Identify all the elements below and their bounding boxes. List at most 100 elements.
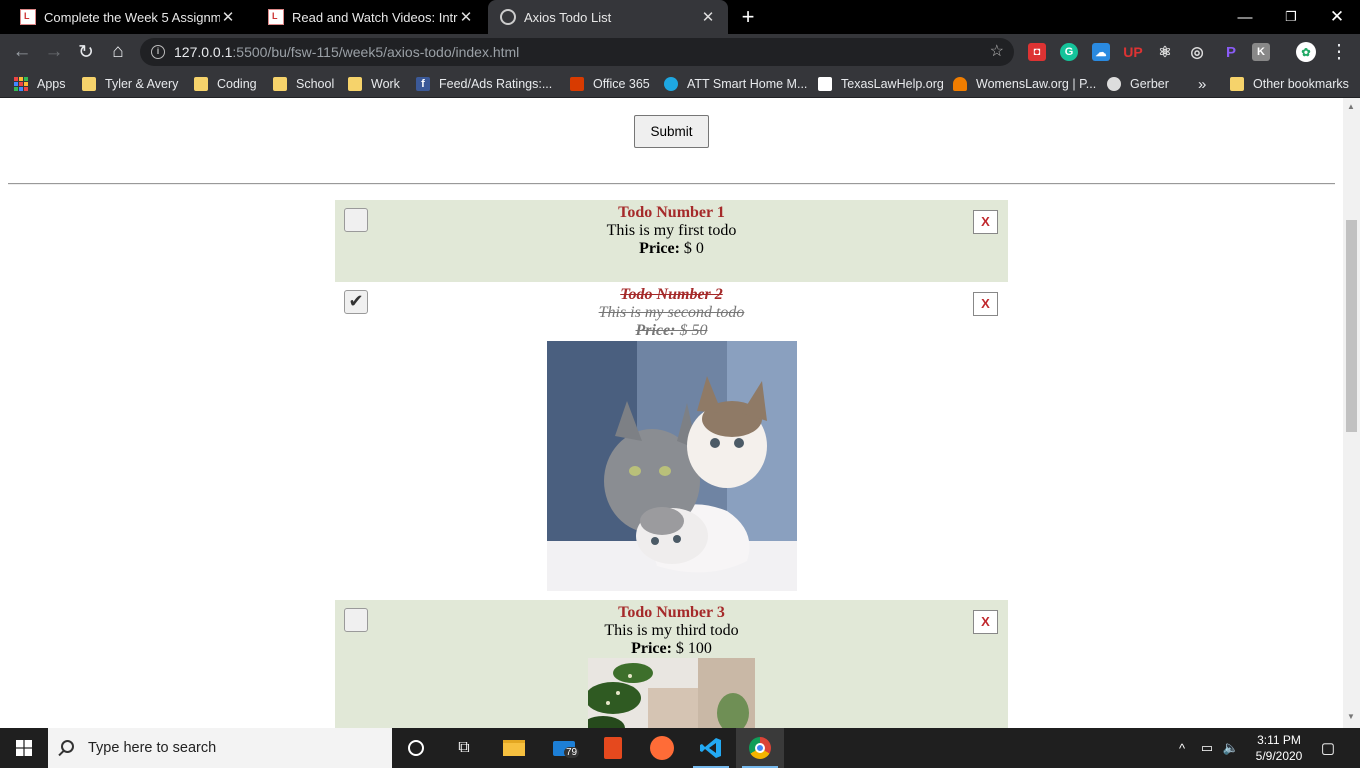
back-icon[interactable]: ← — [7, 34, 37, 70]
target-extension-icon[interactable]: ◎ — [1188, 43, 1206, 61]
delete-button[interactable]: X — [973, 210, 998, 234]
bookmark-label: School — [296, 77, 335, 91]
lms-icon — [268, 9, 284, 25]
tab-read-watch-videos[interactable]: Read and Watch Videos: Introduc ✕ — [248, 0, 486, 34]
vscode-icon[interactable] — [687, 728, 735, 768]
scrollbar-thumb[interactable] — [1346, 220, 1357, 432]
reload-icon[interactable]: ↻ — [71, 34, 101, 70]
bookmark-apps[interactable]: Apps — [14, 70, 66, 98]
up-extension-icon[interactable]: UP — [1123, 43, 1142, 61]
gerber-icon — [1107, 77, 1121, 91]
windows-start-button[interactable] — [0, 728, 48, 768]
menu-kebab-icon[interactable]: ⋮ — [1324, 34, 1354, 70]
delete-button[interactable]: X — [973, 610, 998, 634]
todo-description: This is my third todo — [604, 622, 739, 639]
price-label: Price: — [635, 322, 676, 339]
tampermonkey-icon[interactable]: K — [1252, 43, 1270, 61]
task-view-icon[interactable]: ⧉ — [440, 728, 488, 768]
todo-price: Price: $ 50 — [335, 322, 1008, 340]
bookmark-gerber[interactable]: Gerber — [1107, 70, 1169, 98]
office-app-icon[interactable] — [589, 728, 637, 768]
profile-avatar[interactable]: ✿ — [1296, 42, 1316, 62]
cortana-icon[interactable] — [392, 728, 440, 768]
bookmark-coding[interactable]: Coding — [194, 70, 257, 98]
clock-time: 3:11 PM — [1257, 733, 1301, 747]
cloud-extension-icon[interactable]: ☁ — [1092, 43, 1110, 61]
office-icon — [570, 77, 584, 91]
windows-taskbar: Type here to search ⧉ 79 ^ ▭ 🔈 3:11 PM 5… — [0, 728, 1360, 768]
bookmark-other[interactable]: Other bookmarks — [1230, 70, 1349, 98]
folder-icon — [273, 77, 287, 91]
lms-icon — [20, 9, 36, 25]
minimize-icon[interactable]: — — [1222, 0, 1268, 34]
react-devtools-icon[interactable]: ⚛ — [1156, 43, 1174, 61]
submit-button[interactable]: Submit — [634, 115, 709, 148]
bookmark-label: Other bookmarks — [1253, 77, 1349, 91]
todo-title: Todo Number 3 — [618, 604, 725, 621]
folder-icon — [1230, 77, 1244, 91]
bookmark-texaslawhelp[interactable]: TexasLawHelp.org — [818, 70, 944, 98]
close-icon[interactable]: ✕ — [220, 8, 236, 26]
price-label: Price: — [639, 240, 680, 257]
bookmark-feed-ads[interactable]: f Feed/Ads Ratings:... — [416, 70, 552, 98]
bookmark-work[interactable]: Work — [348, 70, 400, 98]
bookmark-womenslaw[interactable]: WomensLaw.org | P... — [953, 70, 1096, 98]
url-path: :5500/bu/fsw-115/week5/axios-todo/index.… — [232, 44, 520, 60]
mail-icon[interactable]: 79 — [540, 728, 588, 768]
bookmark-tyler-avery[interactable]: Tyler & Avery — [82, 70, 178, 98]
bookmark-star-icon[interactable]: ☆ — [990, 38, 1004, 66]
apps-grid-icon — [14, 77, 28, 91]
file-explorer-icon[interactable] — [490, 728, 538, 768]
grammarly-extension-icon[interactable]: G — [1060, 43, 1078, 61]
page-viewport: Submit Todo Number 1 This is my first to… — [0, 98, 1343, 728]
chrome-icon[interactable] — [736, 728, 784, 768]
tab-title: Read and Watch Videos: Introduc — [292, 9, 458, 25]
taskbar-clock[interactable]: 3:11 PM 5/9/2020 — [1244, 732, 1314, 764]
browser-tab-strip: Complete the Week 5 Assignment ✕ Read an… — [0, 0, 1360, 34]
close-icon[interactable]: ✕ — [458, 8, 474, 26]
close-icon[interactable]: ✕ — [700, 8, 716, 26]
page-scrollbar[interactable]: ▲ ▼ — [1343, 98, 1360, 728]
search-icon — [61, 740, 74, 753]
forward-icon[interactable]: → — [39, 34, 69, 70]
restore-icon[interactable]: ❐ — [1268, 0, 1314, 34]
home-icon[interactable]: ⌂ — [103, 34, 133, 70]
bookmark-office-365[interactable]: Office 365 — [570, 70, 650, 98]
bookmark-label: Coding — [217, 77, 257, 91]
todo-description: This is my second todo — [598, 304, 745, 321]
volume-icon[interactable]: 🔈 — [1220, 728, 1242, 768]
postman-icon[interactable] — [638, 728, 686, 768]
delete-button[interactable]: X — [973, 292, 998, 316]
bookmark-label: ATT Smart Home M... — [687, 77, 808, 91]
p-extension-icon[interactable]: P — [1222, 43, 1240, 61]
more-bookmarks-chevron[interactable]: » — [1198, 70, 1206, 98]
price-value: $ 0 — [683, 240, 704, 257]
windows-logo-icon — [16, 740, 32, 756]
price-value: $ 100 — [675, 640, 712, 657]
browser-toolbar: ← → ↻ ⌂ i 127.0.0.1:5500/bu/fsw-115/week… — [0, 34, 1360, 70]
network-icon[interactable]: ▭ — [1196, 728, 1218, 768]
tab-axios-todo[interactable]: Axios Todo List ✕ — [488, 0, 728, 34]
tab-week5-assignment[interactable]: Complete the Week 5 Assignment ✕ — [0, 0, 248, 34]
bookmark-label: Office 365 — [593, 77, 650, 91]
close-window-icon[interactable]: ✕ — [1314, 0, 1360, 34]
scroll-down-arrow-icon[interactable]: ▼ — [1347, 712, 1355, 721]
vscode-logo-icon — [700, 738, 721, 758]
bookmark-att-smart-home[interactable]: ATT Smart Home M... — [664, 70, 807, 98]
todo-item: Todo Number 3 This is my third todo Pric… — [335, 600, 1008, 728]
address-bar[interactable]: i 127.0.0.1:5500/bu/fsw-115/week5/axios-… — [140, 38, 1014, 66]
folder-icon — [82, 77, 96, 91]
site-info-icon[interactable]: i — [151, 45, 165, 59]
tray-chevron-icon[interactable]: ^ — [1172, 728, 1192, 768]
new-tab-button[interactable]: + — [728, 0, 768, 34]
scroll-up-arrow-icon[interactable]: ▲ — [1347, 102, 1355, 111]
bookmark-school[interactable]: School — [273, 70, 334, 98]
folder-icon — [194, 77, 208, 91]
bookmark-label: Apps — [37, 77, 66, 91]
notifications-icon[interactable]: ▢ — [1314, 728, 1342, 768]
pocket-extension-icon[interactable]: ◘ — [1028, 43, 1046, 61]
bookmark-label: Tyler & Avery — [105, 77, 179, 91]
taskbar-search-box[interactable]: Type here to search — [48, 728, 392, 768]
plant-photo — [588, 658, 755, 728]
url-host: 127.0.0.1 — [174, 44, 233, 60]
